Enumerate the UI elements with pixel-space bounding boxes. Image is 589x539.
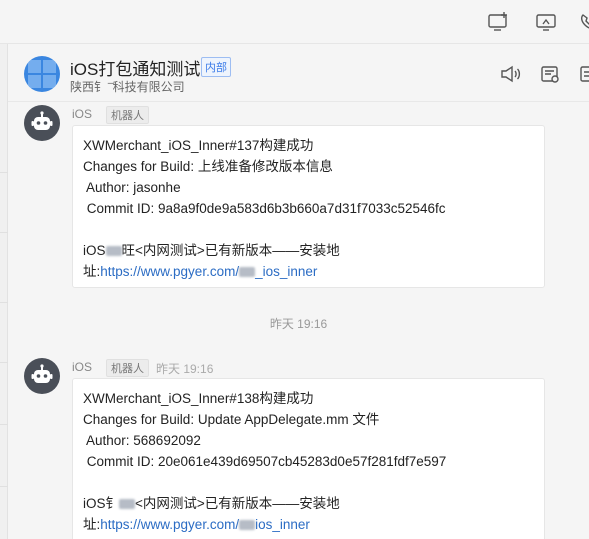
chat-header: iOS打包通知测试 内部 陕西钅 ̄ ̄科技有限公司 xyxy=(8,44,589,102)
install-notice: iOS 旺<内网测试>已有新版本——安装地 xyxy=(83,243,340,258)
time-divider: 昨天 19:16 xyxy=(269,317,328,331)
top-toolbar xyxy=(0,0,589,44)
install-url-line: 址:https://www.pgyer.com/_ios_inner xyxy=(83,264,318,279)
build-commit: Commit ID: 20e061e439d69507cb45283d0e57f… xyxy=(83,454,447,469)
message-list[interactable]: iOS 机器人 XWMerchant_iOS_Inner#137构建成功 Cha… xyxy=(8,102,589,539)
company-name: 陕西钅 ̄ ̄科技有限公司 xyxy=(70,80,185,94)
build-commit: Commit ID: 9a8a9f0de9a583d6b3b660a7d31f7… xyxy=(83,201,446,216)
announcement-icon[interactable] xyxy=(499,63,521,85)
notes-icon[interactable] xyxy=(539,63,561,85)
redacted-text xyxy=(105,246,122,257)
build-changes: Changes for Build: 上线准备修改版本信息 xyxy=(83,159,333,174)
bot-avatar[interactable] xyxy=(24,358,60,394)
install-notice: iOS钅 <内网测试>已有新版本——安装地 xyxy=(83,496,340,511)
redacted-text xyxy=(119,499,136,510)
sender-name[interactable]: iOS xyxy=(72,107,92,121)
screen-add-icon[interactable] xyxy=(487,11,509,33)
bot-tag: 机器人 xyxy=(106,106,149,124)
build-author: Author: 568692092 xyxy=(83,433,201,448)
phone-icon[interactable] xyxy=(578,11,589,33)
install-url-line: 址:https://www.pgyer.com/ios_inner xyxy=(83,517,310,532)
message-bubble[interactable]: XWMerchant_iOS_Inner#138构建成功 Changes for… xyxy=(72,378,545,539)
bot-avatar[interactable] xyxy=(24,105,60,141)
inner-tag: 内部 xyxy=(201,57,231,77)
more-icon[interactable] xyxy=(579,63,589,85)
message-bubble[interactable]: XWMerchant_iOS_Inner#137构建成功 Changes for… xyxy=(72,125,545,288)
build-changes: Changes for Build: Update AppDelegate.mm… xyxy=(83,412,380,427)
build-author: Author: jasonhe xyxy=(83,180,181,195)
build-title: XWMerchant_iOS_Inner#137构建成功 xyxy=(83,138,314,153)
group-name[interactable]: iOS打包通知测试 xyxy=(70,55,200,80)
sender-name[interactable]: iOS xyxy=(72,360,92,374)
install-link[interactable]: https://www.pgyer.com/ios_inner xyxy=(100,517,310,532)
message-time: 昨天 19:16 xyxy=(156,362,214,376)
screen-share-icon[interactable] xyxy=(535,11,557,33)
redacted-text xyxy=(239,520,256,531)
install-link[interactable]: https://www.pgyer.com/_ios_inner xyxy=(100,264,317,279)
build-title: XWMerchant_iOS_Inner#138构建成功 xyxy=(83,391,314,406)
redacted-text xyxy=(239,267,256,278)
bot-tag: 机器人 xyxy=(106,359,149,377)
group-avatar[interactable] xyxy=(24,56,60,92)
conversation-list-edge xyxy=(0,44,8,539)
